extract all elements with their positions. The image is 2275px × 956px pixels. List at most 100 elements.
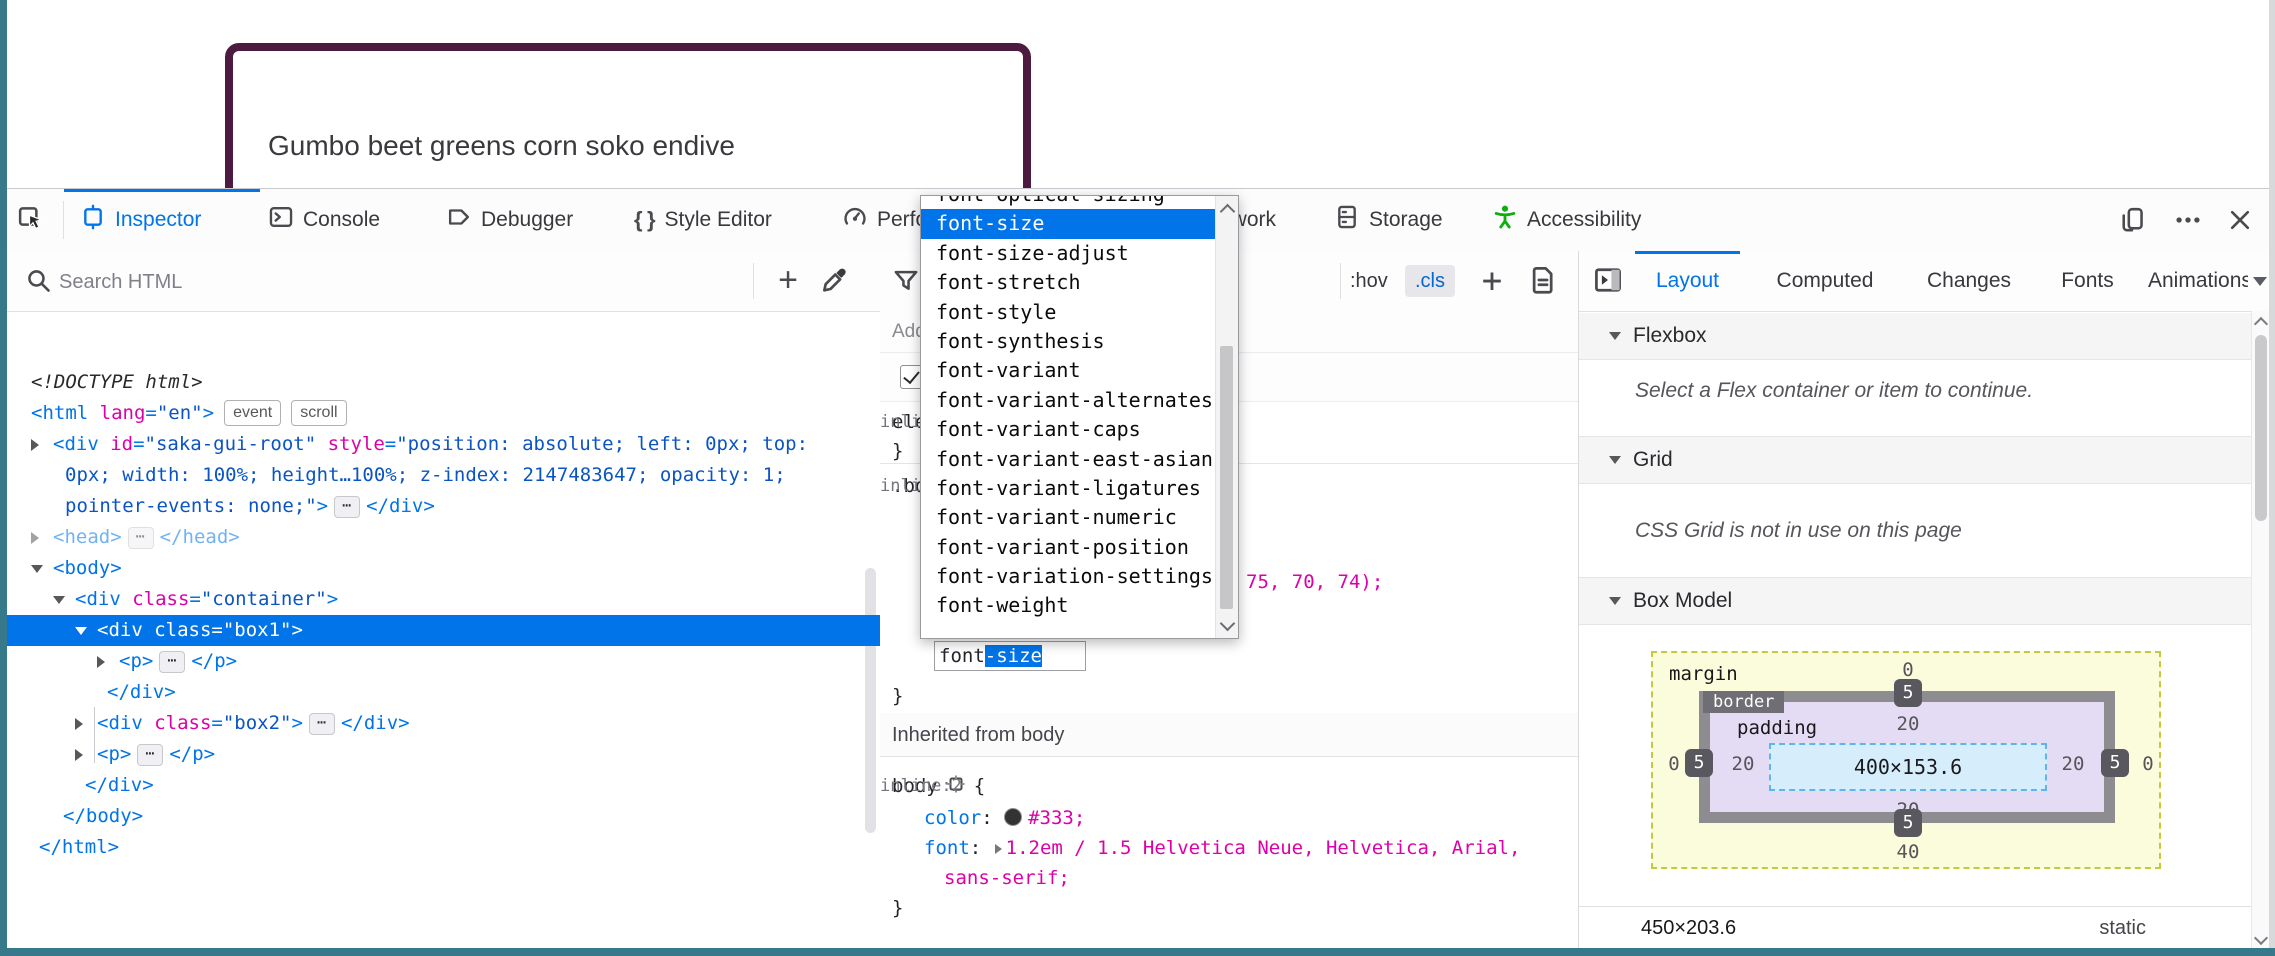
expand-arrow-icon[interactable] [75,718,83,730]
collapse-arrow-icon[interactable] [75,627,87,635]
scroll-up-icon[interactable] [2254,317,2268,331]
expand-arrow-icon[interactable] [97,656,105,668]
markup-row[interactable]: <div id="saka-gui-root" style="position:… [7,429,880,460]
tab-storage[interactable]: Storage [1318,189,1484,250]
autocomplete-item[interactable]: font-weight [921,591,1217,620]
sidebar-tab-layout[interactable]: Layout [1629,251,1746,310]
expand-ellipsis-button[interactable]: ⋯ [159,651,185,673]
event-badge[interactable]: scroll [291,400,346,426]
sidebar-toggle-button[interactable] [1593,265,1625,297]
sidebar-tab-animations[interactable]: Animations [2148,251,2248,310]
markup-row[interactable]: <!DOCTYPE html> [7,367,880,398]
markup-row[interactable]: </body> [7,801,880,832]
autocomplete-item[interactable]: font-variant-caps [921,415,1217,444]
autocomplete-item[interactable]: font-size [921,209,1217,238]
boxmodel-accordion-header[interactable]: Box Model [1579,578,2251,625]
sidebar-tab-changes[interactable]: Changes [1911,251,2027,310]
padding-right-value[interactable]: 20 [2053,753,2093,775]
markup-row[interactable]: </html> [7,832,880,863]
sidebar-tab-computed[interactable]: Computed [1756,251,1894,310]
all-tabs-dropdown-icon[interactable] [2253,277,2267,286]
expand-ellipsis-button[interactable]: ⋯ [137,744,163,766]
sidebar-scrollbar[interactable] [2251,311,2270,949]
autocomplete-item[interactable]: font-synthesis [921,327,1217,356]
scrollbar-thumb[interactable] [1220,346,1233,609]
sidebar-tab-fonts[interactable]: Fonts [2044,251,2131,310]
border-top-value[interactable]: 5 [1894,679,1922,707]
border-left-value[interactable]: 5 [1685,749,1713,777]
class-panel-toggle[interactable]: .cls [1405,265,1455,297]
autocomplete-item[interactable]: font-variant-alternates [921,386,1217,415]
markup-row[interactable]: <html lang="en">eventscroll [7,398,880,429]
add-rule-button[interactable]: + [1472,259,1512,303]
search-input[interactable] [57,265,681,299]
border-bottom-value[interactable]: 5 [1894,809,1922,837]
markup-row[interactable]: <div class="box1"> [7,615,880,646]
markup-row[interactable]: <head>⋯</head> [7,522,880,553]
responsive-mode-button[interactable] [2115,203,2149,237]
expand-ellipsis-button[interactable]: ⋯ [128,527,154,549]
tab-debugger[interactable]: Debugger [430,189,626,250]
expand-shorthand-icon[interactable] [995,844,1002,854]
expand-arrow-icon[interactable] [75,749,83,761]
devtools-menu-button[interactable] [2171,203,2205,237]
scroll-up-icon[interactable] [1220,204,1236,220]
markup-row[interactable]: 0px; width: 100%; height…100%; z-index: … [7,460,880,491]
autocomplete-item[interactable]: font-variant [921,356,1217,385]
content-box[interactable]: 400×153.6 [1769,743,2047,791]
pseudo-class-toggle[interactable]: :hov [1350,265,1388,297]
markup-row[interactable]: <div class="container"> [7,584,880,615]
css-property[interactable]: font: 1.2em / 1.5 Helvetica Neue, Helvet… [924,835,1520,861]
autocomplete-item[interactable]: font-variant-east-asian [921,445,1217,474]
tab-console[interactable]: Console [252,189,438,250]
border-right-value[interactable]: 5 [2101,749,2129,777]
autocomplete-item[interactable]: font-optical-sizing [921,195,1217,209]
scrollbar-thumb[interactable] [2255,335,2267,521]
create-node-button[interactable]: + [765,257,811,305]
autocomplete-item[interactable]: font-variant-ligatures [921,474,1217,503]
property-name-editor[interactable]: font-size [934,641,1086,671]
autocomplete-item[interactable]: font-style [921,298,1217,327]
markup-row[interactable]: pointer-events: none;">⋯</div> [7,491,880,522]
eyedropper-button[interactable] [819,265,853,299]
node-picker-button[interactable] [15,202,49,236]
autocomplete-scrollbar[interactable] [1215,196,1238,638]
event-badge[interactable]: event [224,400,281,426]
autocomplete-item[interactable]: font-variant-position [921,533,1217,562]
expand-arrow-icon[interactable] [31,439,39,451]
scroll-down-icon[interactable] [2254,931,2268,945]
css-property[interactable]: color: #333; [924,805,1085,831]
markup-row[interactable]: <p>⋯</p> [7,739,880,770]
collapse-arrow-icon[interactable] [53,596,65,604]
tab-accessibility[interactable]: Accessibility [1476,189,1707,250]
markup-row[interactable]: <div class="box2">⋯</div> [7,708,880,739]
collapse-arrow-icon[interactable] [31,565,43,573]
autocomplete-item[interactable]: font-size-adjust [921,239,1217,268]
expand-ellipsis-button[interactable]: ⋯ [334,496,360,518]
expand-arrow-icon[interactable] [31,532,39,544]
autocomplete-item[interactable]: font-variant-numeric [921,503,1217,532]
markup-row[interactable]: </div> [7,770,880,801]
tab-inspector[interactable]: Inspector [64,189,260,250]
autocomplete-item[interactable]: font-stretch [921,268,1217,297]
margin-bottom-value[interactable]: 40 [1883,841,1933,863]
scroll-down-icon[interactable] [1220,616,1236,632]
devtools-close-button[interactable] [2223,203,2257,237]
padding-left-value[interactable]: 20 [1723,753,1763,775]
print-simulation-button[interactable] [1528,265,1560,297]
rule-source-link[interactable]: inline:2 [880,773,1562,799]
padding-top-value[interactable]: 20 [1888,713,1928,735]
autocomplete-item[interactable]: font-variation-settings [921,562,1217,591]
tab-style-editor[interactable]: { }Style Editor [618,189,834,250]
color-swatch[interactable] [1004,808,1022,826]
grid-accordion-header[interactable]: Grid [1579,437,2251,484]
flexbox-accordion-header[interactable]: Flexbox [1579,313,2251,360]
markup-row[interactable]: <body> [7,553,880,584]
margin-top-value[interactable]: 0 [1888,659,1928,681]
property-value-fragment[interactable]: 75, 70, 74); [1246,569,1383,595]
markup-row[interactable]: </div> [7,677,880,708]
box-model-diagram[interactable]: margin 0 border 5 padding 20 400×153.6 2… [1651,651,2161,869]
expand-ellipsis-button[interactable]: ⋯ [309,713,335,735]
markup-row[interactable]: <p>⋯</p> [7,646,880,677]
margin-right-value[interactable]: 0 [2133,753,2163,775]
